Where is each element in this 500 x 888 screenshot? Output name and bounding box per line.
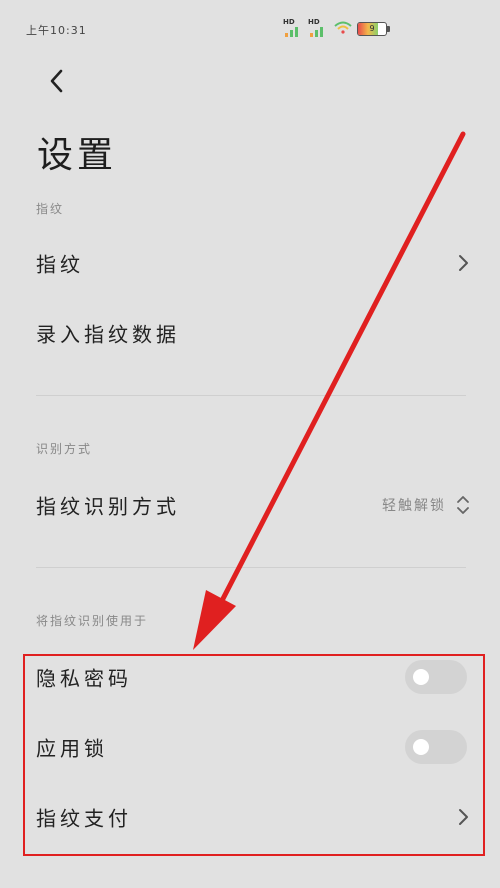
enroll-fingerprint-item[interactable]: 录入指纹数据 (0, 298, 500, 368)
fingerprint-payment-label: 指纹支付 (36, 806, 132, 831)
privacy-password-label: 隐私密码 (36, 666, 132, 691)
signal-icon: HD (283, 18, 301, 37)
section-header-fingerprint: 指纹 (36, 202, 65, 216)
up-down-icon (457, 496, 469, 514)
battery-tip (387, 26, 390, 32)
app-lock-item[interactable]: 应用锁 (0, 712, 500, 782)
toggle-knob (413, 669, 429, 685)
battery-level: 9 (369, 24, 375, 33)
fingerprint-item[interactable]: 指纹 (0, 228, 500, 298)
recognition-method-label: 指纹识别方式 (36, 494, 180, 519)
recognition-method-item[interactable]: 指纹识别方式 轻触解锁 (0, 470, 500, 540)
privacy-password-toggle[interactable] (405, 660, 467, 694)
app-lock-toggle[interactable] (405, 730, 467, 764)
status-time: 上午10:31 (26, 24, 87, 37)
divider-2 (36, 567, 466, 568)
settings-screen: 上午10:31 HD HD 9 设置 指纹 指纹 录入指纹数据 识别方式 指纹识… (0, 0, 500, 888)
section-header-usage: 将指纹识别使用于 (36, 614, 149, 628)
chevron-right-icon (459, 809, 468, 825)
back-button[interactable] (42, 66, 72, 96)
chevron-right-icon (459, 255, 468, 271)
recognition-method-value: 轻触解锁 (382, 498, 446, 514)
fingerprint-item-label: 指纹 (36, 252, 84, 277)
signal-hd-label-2: HD (308, 18, 320, 26)
page-title: 设置 (37, 135, 118, 176)
signal-icon-2: HD (308, 18, 326, 37)
privacy-password-item[interactable]: 隐私密码 (0, 642, 500, 712)
toggle-knob (413, 739, 429, 755)
app-lock-label: 应用锁 (36, 736, 108, 761)
enroll-fingerprint-label: 录入指纹数据 (36, 322, 180, 347)
fingerprint-payment-item[interactable]: 指纹支付 (0, 782, 500, 852)
signal-hd-label: HD (283, 18, 295, 26)
divider (36, 395, 466, 396)
section-header-recognition: 识别方式 (36, 442, 93, 456)
wifi-icon (334, 21, 352, 34)
battery-icon: 9 (357, 22, 387, 36)
status-bar: 上午10:31 HD HD 9 (0, 0, 500, 58)
back-arrow-icon (50, 69, 63, 93)
